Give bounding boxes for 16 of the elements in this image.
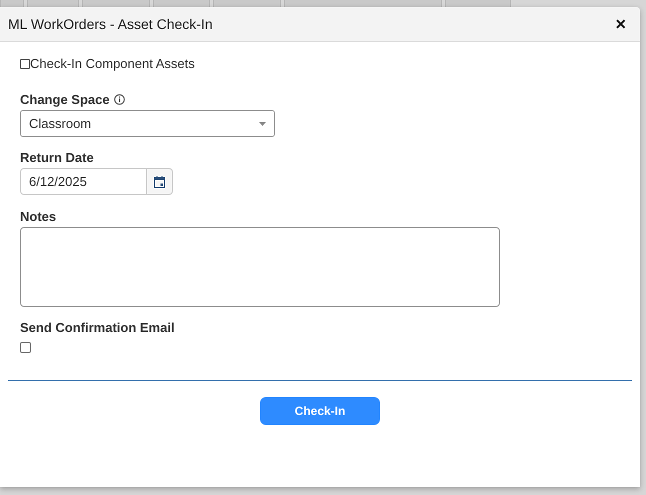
- info-icon: [114, 94, 125, 105]
- checkbox[interactable]: [20, 58, 30, 68]
- space-dropdown[interactable]: Classroom: [20, 110, 275, 137]
- field-label: Send Confirmation Email: [20, 320, 175, 335]
- date-field[interactable]: 6/12/2025: [20, 168, 147, 195]
- checkbox[interactable]: [20, 342, 31, 353]
- dialog-title: ML WorkOrders - Asset Check-In: [8, 16, 213, 32]
- notes-field[interactable]: [20, 227, 500, 307]
- calendar-button[interactable]: [147, 168, 173, 195]
- field-label: Notes: [20, 209, 56, 224]
- field-label: Change Space: [20, 92, 110, 107]
- close-button[interactable]: ×: [613, 15, 628, 33]
- caret-icon: [259, 122, 266, 126]
- field-label: Return Date: [20, 150, 94, 165]
- checkbox-label: Check-In Component Assets: [30, 56, 195, 71]
- calendar-icon: [154, 176, 165, 188]
